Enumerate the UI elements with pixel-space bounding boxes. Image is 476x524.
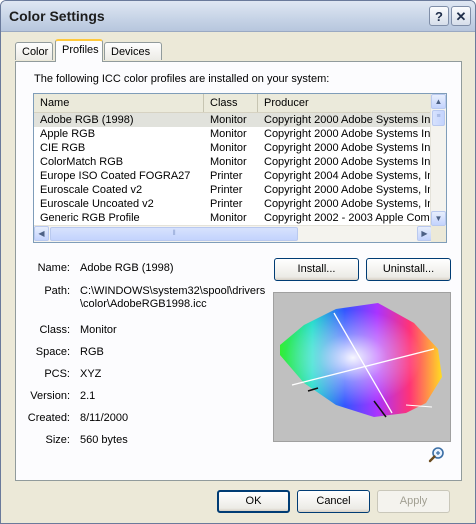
column-header-class[interactable]: Class bbox=[204, 94, 258, 112]
scroll-left-arrow-icon[interactable]: ◀ bbox=[34, 226, 49, 241]
row-name: Generic RGB Profile bbox=[40, 212, 140, 224]
list-row[interactable]: Apple RGB Monitor Copyright 2000 Adobe S… bbox=[34, 127, 432, 141]
cancel-button[interactable]: Cancel bbox=[297, 490, 370, 513]
row-producer: Copyright 2000 Adobe Systems Inc bbox=[264, 128, 432, 140]
profile-list[interactable]: Name Class Producer Adobe RGB (1998) Mon… bbox=[33, 93, 447, 243]
created-value: 8/11/2000 bbox=[80, 412, 129, 424]
ok-button[interactable]: OK bbox=[217, 490, 290, 513]
row-producer: Copyright 2000 Adobe Systems Inc bbox=[264, 142, 432, 154]
space-value: RGB bbox=[80, 346, 104, 358]
row-producer: Copyright 2002 - 2003 Apple Comp bbox=[264, 212, 432, 224]
size-value: 560 bytes bbox=[80, 434, 128, 446]
list-row[interactable]: Generic RGB Profile Monitor Copyright 20… bbox=[34, 211, 432, 225]
column-header-name[interactable]: Name bbox=[34, 94, 204, 112]
gamut-plot-icon bbox=[280, 303, 442, 418]
list-header: Name Class Producer bbox=[34, 94, 432, 113]
path-value: C:\WINDOWS\system32\spool\drivers \color… bbox=[80, 285, 270, 311]
version-label: Version: bbox=[30, 390, 70, 402]
close-button[interactable]: ✕ bbox=[451, 6, 471, 26]
row-producer: Copyright 2000 Adobe Systems Inc bbox=[264, 156, 432, 168]
help-button[interactable]: ? bbox=[429, 6, 449, 26]
scroll-down-arrow-icon[interactable]: ▼ bbox=[431, 211, 446, 226]
uninstall-button[interactable]: Uninstall... bbox=[366, 258, 451, 281]
gamut-preview[interactable] bbox=[273, 292, 451, 442]
list-row[interactable]: Europe ISO Coated FOGRA27 Printer Copyri… bbox=[34, 169, 432, 183]
color-settings-window: Color Settings ? ✕ Color Profiles Device… bbox=[0, 0, 476, 524]
tab-profiles[interactable]: Profiles bbox=[55, 39, 103, 62]
scroll-corner bbox=[431, 226, 446, 242]
space-label: Space: bbox=[35, 346, 70, 358]
name-label: Name: bbox=[37, 262, 70, 274]
size-label: Size: bbox=[45, 434, 70, 446]
path-label: Path: bbox=[44, 285, 70, 297]
row-class: Monitor bbox=[210, 156, 247, 168]
path-line-2: \color\AdobeRGB1998.icc bbox=[80, 298, 207, 310]
row-name: Apple RGB bbox=[40, 128, 96, 140]
tab-color[interactable]: Color bbox=[15, 42, 53, 60]
list-row[interactable]: CIE RGB Monitor Copyright 2000 Adobe Sys… bbox=[34, 141, 432, 155]
tab-devices[interactable]: Devices bbox=[104, 42, 162, 60]
apply-button[interactable]: Apply bbox=[377, 490, 450, 513]
row-class: Printer bbox=[210, 198, 243, 210]
vertical-scroll-thumb[interactable]: ≡ bbox=[432, 110, 445, 126]
version-value: 2.1 bbox=[80, 390, 96, 402]
row-class: Printer bbox=[210, 170, 243, 182]
list-row[interactable]: Euroscale Coated v2 Printer Copyright 20… bbox=[34, 183, 432, 197]
created-label: Created: bbox=[27, 412, 70, 424]
row-class: Monitor bbox=[210, 114, 247, 126]
row-class: Monitor bbox=[210, 128, 247, 140]
list-rows: Adobe RGB (1998) Monitor Copyright 2000 … bbox=[34, 113, 432, 225]
pcs-value: XYZ bbox=[80, 368, 102, 380]
path-line-1: C:\WINDOWS\system32\spool\drivers bbox=[80, 285, 266, 297]
class-label: Class: bbox=[39, 324, 70, 336]
intro-text: The following ICC color profiles are ins… bbox=[34, 73, 330, 85]
scroll-up-arrow-icon[interactable]: ▲ bbox=[431, 94, 446, 109]
row-name: ColorMatch RGB bbox=[40, 156, 124, 168]
row-name: Europe ISO Coated FOGRA27 bbox=[40, 170, 191, 182]
row-producer: Copyright 2004 Adobe Systems, Inc bbox=[264, 170, 432, 182]
row-class: Printer bbox=[210, 184, 243, 196]
list-row[interactable]: Euroscale Uncoated v2 Printer Copyright … bbox=[34, 197, 432, 211]
class-value: Monitor bbox=[80, 324, 117, 336]
horizontal-scroll-thumb[interactable]: ⦀ bbox=[50, 227, 298, 241]
title-bar[interactable]: Color Settings ? ✕ bbox=[1, 1, 475, 32]
list-row[interactable]: Adobe RGB (1998) Monitor Copyright 2000 … bbox=[34, 113, 432, 127]
profiles-panel: The following ICC color profiles are ins… bbox=[15, 61, 462, 481]
list-row[interactable]: ColorMatch RGB Monitor Copyright 2000 Ad… bbox=[34, 155, 432, 169]
row-class: Monitor bbox=[210, 142, 247, 154]
column-header-producer[interactable]: Producer bbox=[258, 94, 432, 112]
window-title: Color Settings bbox=[9, 8, 105, 24]
row-name: Adobe RGB (1998) bbox=[40, 114, 134, 126]
row-producer: Copyright 2000 Adobe Systems, Inc bbox=[264, 184, 432, 196]
row-producer: Copyright 2000 Adobe Systems, Inc bbox=[264, 198, 432, 210]
magnifier-icon[interactable] bbox=[428, 446, 446, 464]
pcs-label: PCS: bbox=[44, 368, 70, 380]
row-name: Euroscale Uncoated v2 bbox=[40, 198, 154, 210]
row-name: CIE RGB bbox=[40, 142, 86, 154]
scroll-right-arrow-icon[interactable]: ▶ bbox=[417, 226, 432, 241]
row-class: Monitor bbox=[210, 212, 247, 224]
vertical-scrollbar[interactable]: ▲ ≡ ▼ bbox=[430, 94, 446, 226]
name-value: Adobe RGB (1998) bbox=[80, 262, 174, 274]
horizontal-scrollbar[interactable]: ◀ ⦀ ▶ bbox=[34, 225, 432, 242]
row-name: Euroscale Coated v2 bbox=[40, 184, 143, 196]
row-producer: Copyright 2000 Adobe Systems Inc bbox=[264, 114, 432, 126]
install-button[interactable]: Install... bbox=[274, 258, 359, 281]
